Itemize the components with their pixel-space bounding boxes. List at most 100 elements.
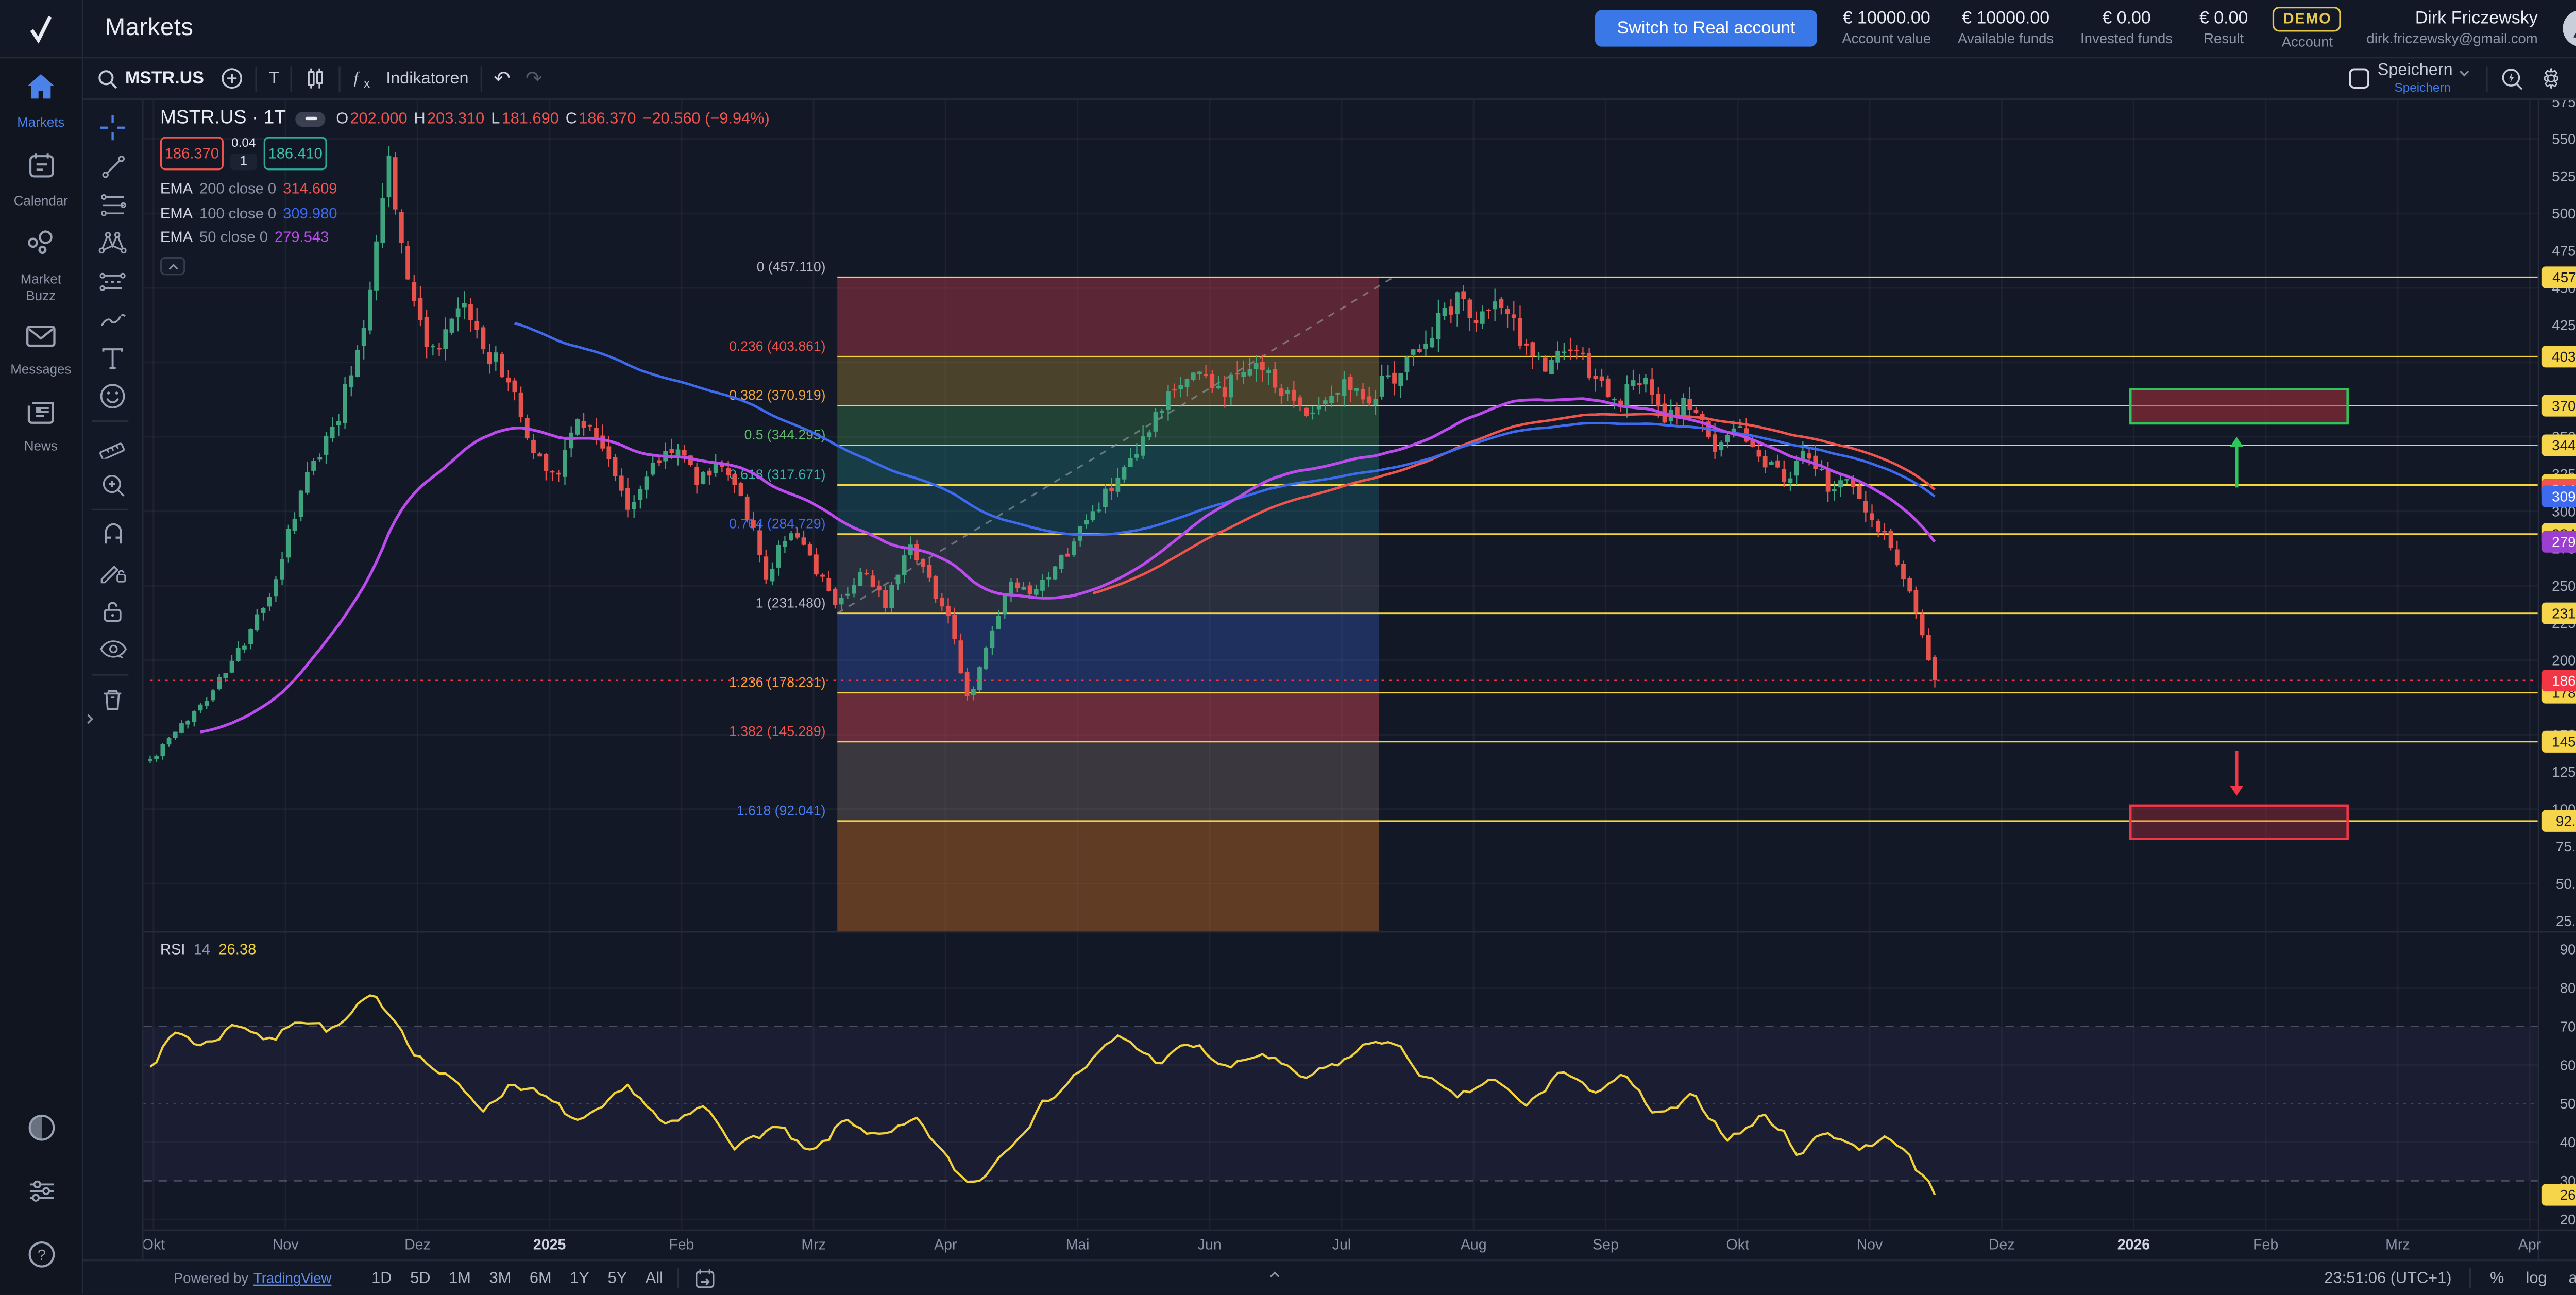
- mail-icon: [25, 323, 57, 356]
- buy-price-button[interactable]: 186.410: [264, 137, 327, 171]
- toolbar-divider: [340, 66, 341, 91]
- axis-tick-label: 525.000: [2552, 168, 2576, 184]
- avatar[interactable]: [2563, 10, 2576, 46]
- magnet-tool[interactable]: [91, 516, 134, 554]
- redo-icon[interactable]: ↷: [526, 67, 543, 90]
- fx-icon: fx: [352, 67, 378, 90]
- contrast-icon[interactable]: [26, 1113, 56, 1151]
- demand-zone-box[interactable]: [2130, 806, 2347, 839]
- indicator-legend-row[interactable]: EMA100 close 0309.980: [160, 205, 770, 221]
- interval-button[interactable]: T: [269, 69, 279, 88]
- person-icon: [2569, 16, 2576, 40]
- undo-icon[interactable]: ↶: [494, 67, 511, 90]
- axis-badge-label: 457.110: [2552, 269, 2576, 285]
- sidebar-bottom-icons: ?: [26, 1113, 56, 1294]
- supply-zone-box[interactable]: [2130, 389, 2347, 423]
- range-button-1m[interactable]: 1M: [449, 1269, 471, 1287]
- crosshair-tool[interactable]: [91, 109, 134, 147]
- fib-level-label: 1.236 (178.231): [729, 674, 825, 690]
- time-axis-label: Apr: [2518, 1237, 2541, 1253]
- xabcd-pattern-tool[interactable]: [91, 224, 134, 262]
- chevron-down-icon: [2460, 66, 2469, 76]
- sidebar-item-markets[interactable]: Markets: [0, 72, 82, 130]
- range-button-all[interactable]: All: [646, 1269, 663, 1287]
- range-button-5y[interactable]: 5Y: [608, 1269, 628, 1287]
- time-axis-label: Okt: [144, 1237, 165, 1253]
- app-logo[interactable]: [0, 0, 83, 58]
- indicator-name: EMA: [160, 205, 193, 221]
- indicator-legend-row[interactable]: EMA200 close 0314.609: [160, 180, 770, 197]
- time-axis-label: 2026: [2117, 1237, 2150, 1253]
- fib-level-label: 0.236 (403.861): [729, 338, 825, 354]
- brush-tool[interactable]: [91, 300, 134, 338]
- range-button-5d[interactable]: 5D: [410, 1269, 430, 1287]
- hide-drawings-tool[interactable]: [91, 631, 134, 669]
- ruler-tool[interactable]: [91, 427, 134, 465]
- zoom-in-tool[interactable]: [91, 466, 134, 504]
- spread-quantity[interactable]: 0.04 1: [224, 137, 264, 171]
- stat-value: € 10000.00: [1962, 9, 2049, 31]
- settings-gear-icon[interactable]: [2539, 67, 2563, 90]
- bottom-panel-expander[interactable]: [1272, 1266, 1278, 1283]
- drawing-mode-tool[interactable]: [91, 554, 134, 592]
- chart-type-candles-icon[interactable]: [304, 67, 328, 90]
- text-tool[interactable]: [91, 338, 134, 377]
- ohlc-value: 202.000: [350, 109, 407, 128]
- time-axis-label: 2025: [533, 1237, 566, 1253]
- powered-by: Powered by TradingView: [174, 1269, 332, 1286]
- range-button-1y[interactable]: 1Y: [570, 1269, 589, 1287]
- log-scale-toggle[interactable]: log: [2526, 1269, 2547, 1287]
- indicators-button[interactable]: fx Indikatoren: [352, 67, 468, 90]
- header-account-area: Switch to Real account € 10000.00Account…: [1596, 7, 2576, 50]
- layout-icon[interactable]: [2347, 67, 2370, 90]
- symbol-title[interactable]: MSTR.US · 1T: [160, 109, 286, 129]
- help-icon[interactable]: ?: [26, 1239, 56, 1277]
- switch-to-real-account-button[interactable]: Switch to Real account: [1596, 10, 1817, 46]
- axis-tick-label: 75.000: [2556, 839, 2576, 855]
- lock-drawings-tool[interactable]: [91, 592, 134, 631]
- legend-collapse-button[interactable]: [160, 257, 185, 276]
- price-axis-scale[interactable]: 575.000550.000525.000500.000475.000450.0…: [2542, 100, 2576, 1228]
- tradingview-link[interactable]: TradingView: [253, 1269, 332, 1286]
- axis-tick-label: 125.000: [2552, 764, 2576, 780]
- sell-price-button[interactable]: 186.370: [160, 137, 224, 171]
- axis-tick-label: 550.000: [2552, 131, 2576, 147]
- tune-icon[interactable]: [26, 1178, 56, 1213]
- user-info[interactable]: Dirk Friczewsky dirk.friczewsky@gmail.co…: [2366, 8, 2537, 49]
- sidebar-item-calendar[interactable]: Calendar: [0, 150, 82, 209]
- quick-search-icon[interactable]: [2499, 66, 2524, 91]
- axis-badge-label: 26.38: [2560, 1187, 2576, 1203]
- add-symbol-icon[interactable]: [221, 67, 244, 90]
- axis-badge-label: 231.480: [2552, 605, 2576, 621]
- emoji-tool[interactable]: [91, 377, 134, 415]
- fib-retracement-tool[interactable]: [91, 185, 134, 223]
- user-email: dirk.friczewsky@gmail.com: [2366, 30, 2537, 49]
- go-to-date-icon[interactable]: [695, 1267, 717, 1289]
- auto-scale-toggle[interactable]: auto: [2569, 1269, 2576, 1287]
- chart-toolbar: MSTR.US T fx Indikatoren ↶ ↷ Speichern: [83, 58, 2576, 100]
- clock-time[interactable]: 23:51:06 (UTC+1): [2324, 1269, 2451, 1287]
- delete-drawings-tool[interactable]: [91, 680, 134, 719]
- sidebar-item-messages[interactable]: Messages: [0, 323, 82, 377]
- range-button-6m[interactable]: 6M: [530, 1269, 552, 1287]
- save-layout-button[interactable]: Speichern Speichern: [2378, 63, 2468, 94]
- range-button-1d[interactable]: 1D: [371, 1269, 392, 1287]
- time-axis-label: Dez: [1989, 1237, 2015, 1253]
- watchlist-expand-chevron-icon[interactable]: [85, 701, 92, 730]
- axis-tick-label: 60.00: [2560, 1057, 2576, 1073]
- long-position-tool[interactable]: [91, 262, 134, 300]
- range-button-3m[interactable]: 3M: [489, 1269, 511, 1287]
- sidebar-item-market-buzz[interactable]: MarketBuzz: [0, 229, 82, 303]
- account-stats: € 10000.00Account value€ 10000.00Availab…: [1842, 9, 2248, 48]
- percent-scale-toggle[interactable]: %: [2490, 1269, 2504, 1287]
- axis-badge-label: 279.543: [2552, 534, 2576, 550]
- sidebar-item-news[interactable]: News: [0, 397, 82, 454]
- symbol-search-icon[interactable]: [97, 67, 118, 89]
- symbol-search-input[interactable]: MSTR.US: [125, 69, 204, 89]
- time-axis-scale[interactable]: OktNovDez2025FebMrzAprMaiJunJulAugSepOkt…: [144, 1237, 2541, 1253]
- chart-area[interactable]: 0 (457.110)0.236 (403.861)0.382 (370.919…: [144, 100, 2576, 1259]
- legend-visibility-toggle[interactable]: [296, 111, 326, 126]
- axis-badge-label: 309.980: [2552, 488, 2576, 504]
- indicator-legend-row[interactable]: EMA50 close 0279.543: [160, 229, 770, 245]
- trend-line-tool[interactable]: [91, 147, 134, 185]
